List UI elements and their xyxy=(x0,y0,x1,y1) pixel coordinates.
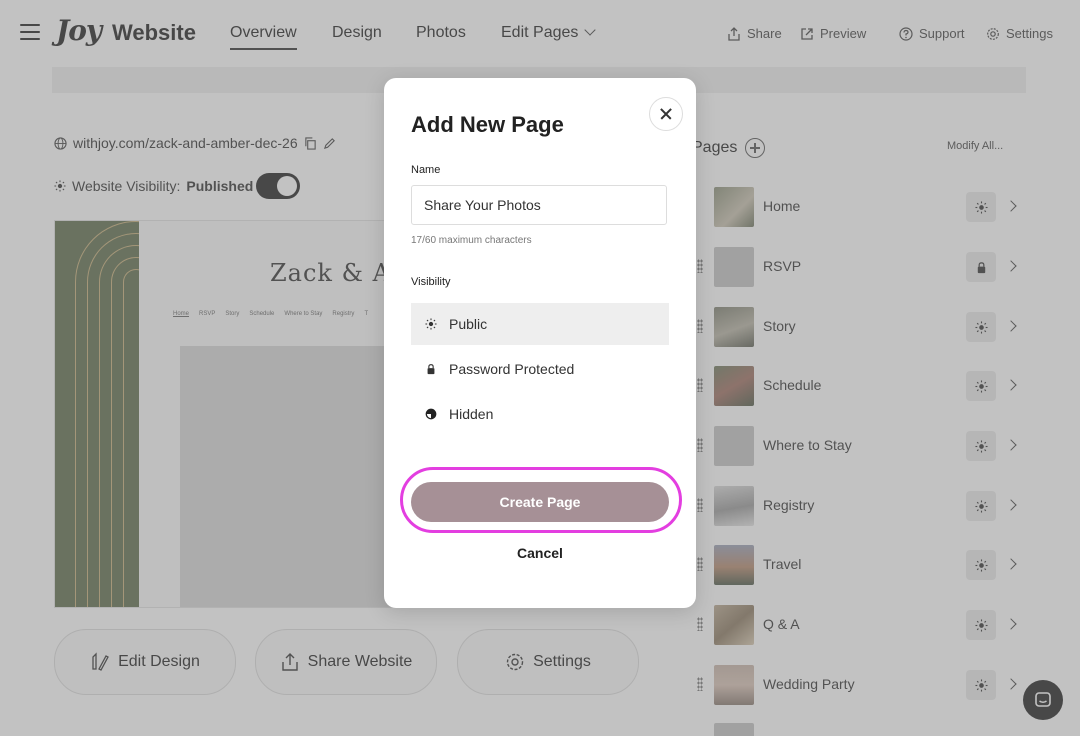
visibility-option-label: Public xyxy=(449,316,488,332)
lock-icon xyxy=(427,364,435,375)
visibility-option-hidden[interactable]: Hidden xyxy=(411,393,669,435)
modal-title: Add New Page xyxy=(411,112,564,137)
sun-icon xyxy=(425,318,437,330)
cancel-button[interactable]: Cancel xyxy=(490,545,590,561)
visibility-option-public[interactable]: Public xyxy=(411,303,669,345)
half-circle-icon xyxy=(425,408,437,420)
visibility-option-label: Password Protected xyxy=(449,361,575,377)
character-count-hint: 17/60 maximum characters xyxy=(411,235,532,246)
name-field-label: Name xyxy=(411,164,441,176)
create-page-button[interactable]: Create Page xyxy=(411,482,669,522)
visibility-option-password-protected[interactable]: Password Protected xyxy=(411,348,669,390)
visibility-option-label: Hidden xyxy=(449,406,494,422)
add-new-page-modal: Add New Page Name 17/60 maximum characte… xyxy=(384,78,696,608)
page-name-input[interactable] xyxy=(411,185,667,225)
close-icon[interactable] xyxy=(649,97,683,131)
visibility-field-label: Visibility xyxy=(411,276,451,288)
